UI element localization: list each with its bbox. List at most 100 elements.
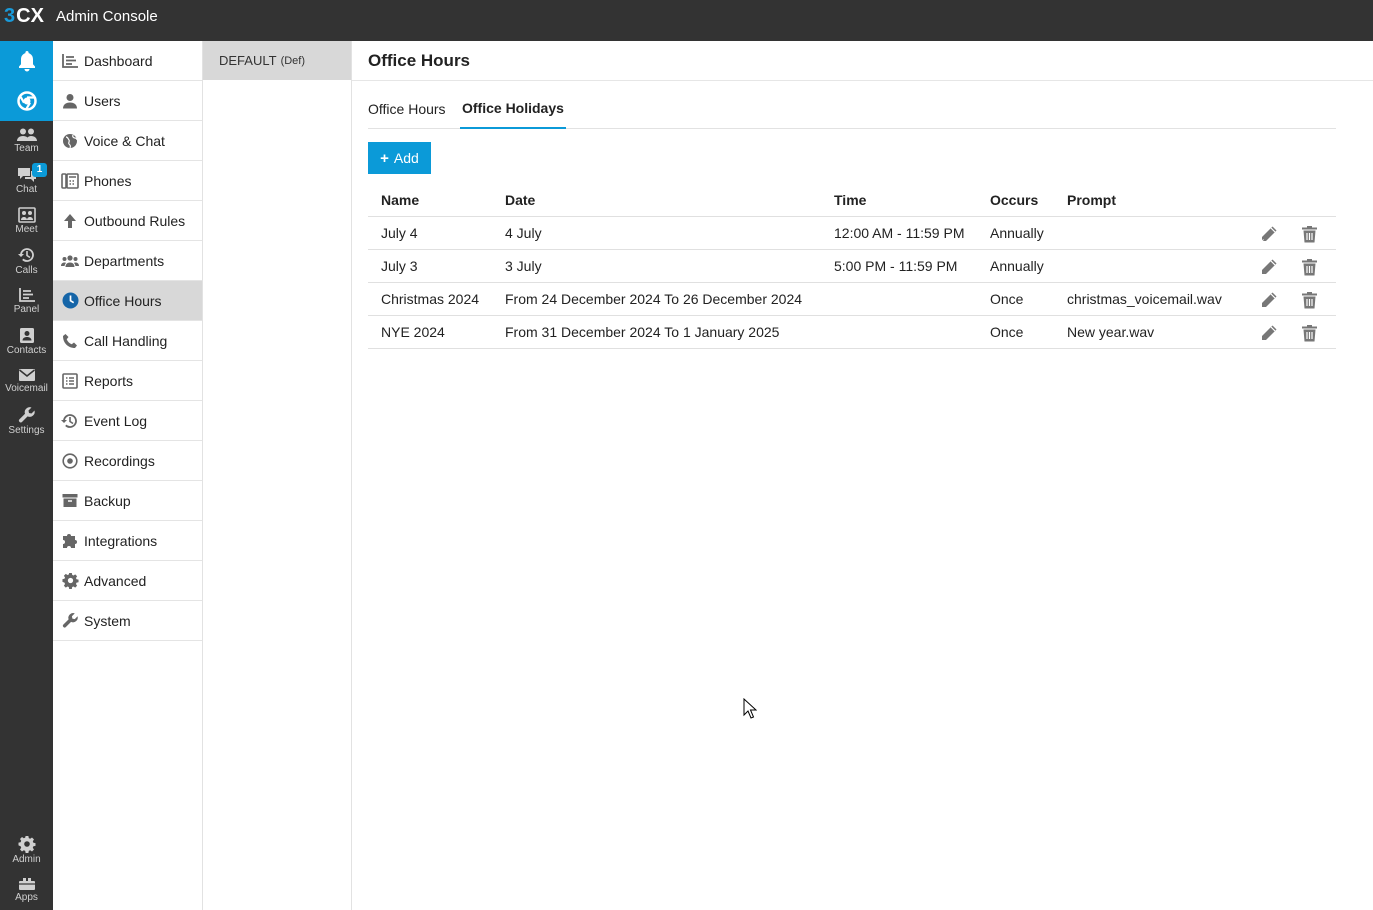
add-holiday-button[interactable]: + Add [368, 142, 431, 174]
delete-button[interactable] [1298, 322, 1320, 344]
edit-button[interactable] [1258, 322, 1280, 344]
nav-item-dashboard[interactable]: Dashboard [53, 41, 202, 81]
title-divider [352, 80, 1373, 81]
3cx-logo[interactable]: 3 CX [4, 5, 44, 27]
team-icon [16, 128, 37, 141]
nav-item-phones[interactable]: Phones [53, 161, 202, 201]
tab-office-holidays[interactable]: Office Holidays [460, 89, 566, 129]
column-header-prompt[interactable]: Prompt [1067, 192, 1116, 208]
rail-item-chat[interactable]: Chat 1 [0, 161, 53, 201]
rail-item-calls[interactable]: Calls [0, 241, 53, 281]
chat-unread-badge: 1 [32, 163, 47, 177]
pencil-icon [1262, 259, 1277, 274]
globe-icon [60, 132, 80, 150]
voicemail-icon [18, 369, 35, 381]
table-row[interactable]: July 3 3 July 5:00 PM - 11:59 PM Annuall… [368, 250, 1336, 283]
cell-occurs: Once [990, 324, 1024, 340]
cell-name: July 4 [381, 225, 418, 241]
nav-item-departments[interactable]: Departments [53, 241, 202, 281]
rail-item-meet[interactable]: Meet [0, 201, 53, 241]
app-rail: Team Chat 1 Meet Calls Panel Contacts Vo… [0, 41, 53, 910]
chrome-icon [16, 91, 37, 111]
pencil-icon [1262, 292, 1277, 307]
nav-item-recordings[interactable]: Recordings [53, 441, 202, 481]
edit-button[interactable] [1258, 223, 1280, 245]
cell-date: From 24 December 2024 To 26 December 202… [505, 291, 803, 307]
cell-date: 3 July [505, 258, 542, 274]
browser-extension-button[interactable] [0, 81, 53, 121]
edit-button[interactable] [1258, 289, 1280, 311]
rail-item-team[interactable]: Team [0, 121, 53, 161]
cell-name: July 3 [381, 258, 418, 274]
archive-icon [60, 492, 80, 510]
contacts-icon [19, 327, 34, 343]
calls-history-icon [17, 248, 34, 262]
rail-item-apps[interactable]: Apps [0, 870, 53, 910]
nav-item-event-log[interactable]: Event Log [53, 401, 202, 441]
tab-bar: Office Hours Office Holidays [368, 89, 1336, 129]
edit-button[interactable] [1258, 256, 1280, 278]
delete-button[interactable] [1298, 256, 1320, 278]
top-bar: 3 CX Admin Console [0, 0, 1373, 41]
wrench-icon [18, 407, 35, 423]
cell-date: From 31 December 2024 To 1 January 2025 [505, 324, 780, 340]
panel-icon [18, 288, 35, 302]
holidays-table: Name Date Time Occurs Prompt July 4 4 Ju… [368, 183, 1336, 349]
history-icon [60, 412, 80, 430]
nav-item-reports[interactable]: Reports [53, 361, 202, 401]
rail-item-admin[interactable]: Admin [0, 830, 53, 870]
nav-item-advanced[interactable]: Advanced [53, 561, 202, 601]
reports-icon [60, 372, 80, 390]
table-row[interactable]: Christmas 2024 From 24 December 2024 To … [368, 283, 1336, 316]
cell-name: Christmas 2024 [381, 291, 480, 307]
main-content: Office Hours Office Hours Office Holiday… [352, 41, 1373, 910]
cell-date: 4 July [505, 225, 542, 241]
nav-item-backup[interactable]: Backup [53, 481, 202, 521]
departments-icon [60, 252, 80, 270]
puzzle-icon [60, 532, 80, 550]
nav-item-outbound-rules[interactable]: Outbound Rules [53, 201, 202, 241]
cell-time: 5:00 PM - 11:59 PM [834, 258, 958, 274]
rail-item-panel[interactable]: Panel [0, 281, 53, 321]
mouse-cursor-icon [743, 698, 757, 719]
tab-office-hours[interactable]: Office Hours [368, 89, 446, 128]
delete-button[interactable] [1298, 223, 1320, 245]
notifications-button[interactable] [0, 41, 53, 81]
cell-prompt: christmas_voicemail.wav [1067, 291, 1222, 307]
rail-item-voicemail[interactable]: Voicemail [0, 361, 53, 401]
cell-occurs: Annually [990, 258, 1044, 274]
nav-item-call-handling[interactable]: Call Handling [53, 321, 202, 361]
bell-icon [18, 51, 35, 72]
office-hours-groups: DEFAULT (Def) [203, 41, 352, 910]
wrench-icon [60, 612, 80, 630]
user-icon [60, 92, 80, 110]
apps-icon [18, 878, 35, 890]
rail-item-settings[interactable]: Settings [0, 401, 53, 441]
admin-nav: Dashboard Users Voice & Chat Phones Outb… [53, 41, 203, 910]
column-header-time[interactable]: Time [834, 192, 866, 208]
cell-prompt: New year.wav [1067, 324, 1155, 340]
delete-button[interactable] [1298, 289, 1320, 311]
pencil-icon [1262, 325, 1277, 340]
nav-item-integrations[interactable]: Integrations [53, 521, 202, 561]
cell-occurs: Annually [990, 225, 1044, 241]
app-title: Admin Console [56, 8, 158, 25]
nav-item-system[interactable]: System [53, 601, 202, 641]
cell-time: 12:00 AM - 11:59 PM [834, 225, 965, 241]
nav-item-users[interactable]: Users [53, 81, 202, 121]
trash-icon [1301, 259, 1317, 276]
dashboard-icon [60, 52, 80, 70]
nav-item-office-hours[interactable]: Office Hours [53, 281, 202, 321]
column-header-date[interactable]: Date [505, 192, 535, 208]
table-row[interactable]: NYE 2024 From 31 December 2024 To 1 Janu… [368, 316, 1336, 349]
nav-item-voice-chat[interactable]: Voice & Chat [53, 121, 202, 161]
cell-occurs: Once [990, 291, 1024, 307]
table-row[interactable]: July 4 4 July 12:00 AM - 11:59 PM Annual… [368, 217, 1336, 250]
rail-top-section [0, 41, 53, 121]
group-item-default[interactable]: DEFAULT (Def) [203, 41, 351, 80]
column-header-occurs[interactable]: Occurs [990, 192, 1038, 208]
column-header-name[interactable]: Name [381, 192, 419, 208]
page-title: Office Hours [368, 51, 471, 70]
rail-item-contacts[interactable]: Contacts [0, 321, 53, 361]
trash-icon [1301, 292, 1317, 309]
